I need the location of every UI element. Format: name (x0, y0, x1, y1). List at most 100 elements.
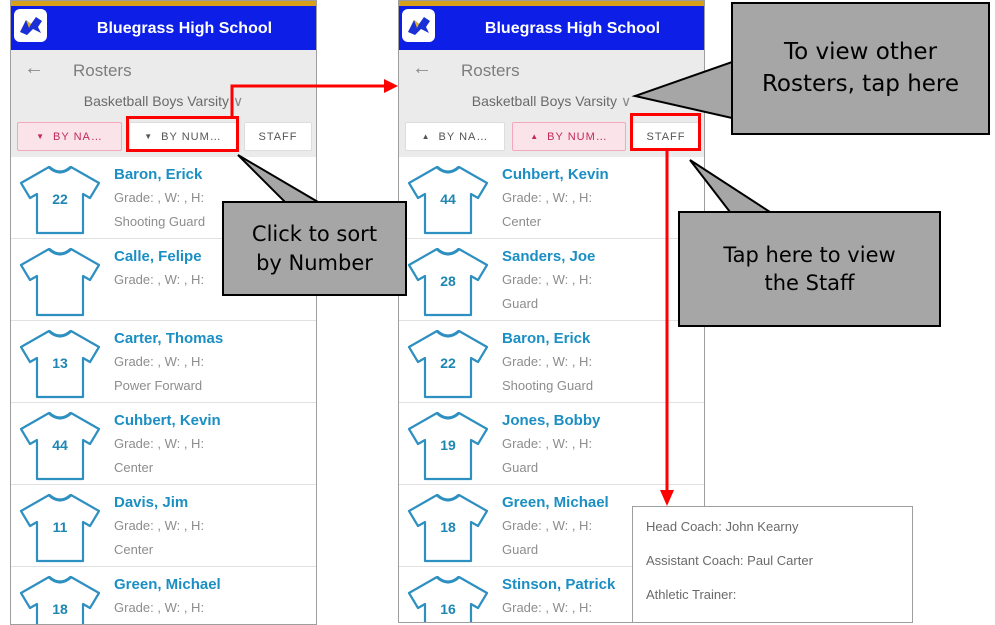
sort-by-name-label: BY NA… (438, 130, 489, 143)
player-position: Guard (502, 542, 539, 557)
sort-by-name-label: BY NA… (53, 130, 103, 143)
jersey-number: 44 (52, 437, 68, 453)
jersey-number: 22 (52, 191, 68, 207)
assistant-coach: Assistant Coach: Paul Carter (646, 553, 813, 568)
player-name[interactable]: Green, Michael (114, 576, 221, 593)
player-grade: Grade: , W: , H: (114, 272, 205, 287)
head-coach: Head Coach: John Kearny (646, 519, 799, 534)
player-position: Shooting Guard (502, 378, 594, 393)
jersey-number: 18 (440, 519, 456, 535)
player-name[interactable]: Jones, Bobby (502, 412, 600, 429)
jersey: 13 (19, 325, 101, 399)
title-bar: ← Rosters (11, 50, 316, 88)
jersey: 22 (19, 161, 101, 235)
page-title: Rosters (461, 61, 520, 80)
player-position: Guard (502, 460, 539, 475)
player-position: Shooting Guard (114, 214, 206, 229)
player-row[interactable]: 22 Baron, Erick Grade: , W: , H: Shooting G… (399, 321, 704, 403)
jersey-number: 19 (440, 437, 456, 453)
sort-by-name-button[interactable]: ▲ BY NA… (405, 122, 505, 151)
jersey-number: 13 (52, 355, 68, 371)
player-name[interactable]: Carter, Thomas (114, 330, 223, 347)
caret-up-icon: ▲ (530, 132, 540, 141)
caret-up-icon: ▲ (421, 132, 431, 141)
jersey-number: 18 (52, 601, 68, 617)
player-name[interactable]: Sanders, Joe (502, 248, 595, 265)
back-arrow-icon[interactable]: ← (24, 57, 44, 80)
jersey: 11 (19, 489, 101, 563)
player-name[interactable]: Cuhbert, Kevin (114, 412, 221, 429)
player-name[interactable]: Stinson, Patrick (502, 576, 615, 593)
callout-line: the Staff (764, 271, 855, 295)
player-position: Center (114, 460, 154, 475)
app-header: Bluegrass High School (11, 1, 316, 50)
sort-by-name-button[interactable]: ▼ BY NA… (17, 122, 122, 151)
staff-label: STAFF (258, 130, 298, 143)
app-header: Bluegrass High School (399, 1, 704, 50)
roster-dropdown[interactable]: Basketball Boys Varsity ∨ (11, 88, 316, 117)
staff-button[interactable]: STAFF (244, 122, 312, 151)
jersey-number: 22 (440, 355, 456, 371)
jersey: 18 (19, 571, 101, 624)
callout-other-rosters: To view other Rosters, tap here (731, 2, 990, 135)
player-grade: Grade: , W: , H: (114, 354, 205, 369)
sort-by-number-button[interactable]: ▲ BY NUM… (512, 122, 626, 151)
back-arrow-icon[interactable]: ← (412, 57, 432, 80)
player-name[interactable]: Davis, Jim (114, 494, 188, 511)
player-row[interactable]: 44 Cuhbert, Kevin Grade: , W: , H: Center (11, 403, 316, 485)
player-name[interactable]: Green, Michael (502, 494, 609, 511)
callout-line: Rosters, tap here (761, 70, 960, 97)
arrow-head-right (384, 79, 398, 93)
school-name: Bluegrass High School (484, 20, 661, 37)
callout-sort-by-number: Click to sort by Number (222, 201, 407, 296)
player-name[interactable]: Baron, Erick (502, 330, 590, 347)
sort-by-number-label: BY NUM… (547, 130, 608, 143)
callout-line: Click to sort (251, 222, 378, 247)
player-position: Guard (502, 296, 539, 311)
callout-view-staff: Tap here to view the Staff (678, 211, 941, 327)
roster-dropdown-value: Basketball Boys Varsity (83, 93, 229, 109)
player-grade: Grade: , W: , H: (502, 272, 593, 287)
jersey-icon (19, 247, 101, 317)
player-grade: Grade: , W: , H: (114, 518, 205, 533)
player-grade: Grade: , W: , H: (502, 436, 593, 451)
player-position: Center (502, 214, 542, 229)
player-grade: Grade: , W: , H: (114, 600, 205, 615)
jersey-number: 11 (52, 519, 68, 535)
jersey: 44 (407, 161, 489, 235)
title-bar: ← Rosters (399, 50, 704, 88)
player-grade: Grade: , W: , H: (114, 436, 205, 451)
callout-line: Tap here to view (723, 242, 896, 267)
page-title: Rosters (73, 61, 132, 80)
player-grade: Grade: , W: , H: (114, 190, 205, 205)
player-row[interactable]: 11 Davis, Jim Grade: , W: , H: Center (11, 485, 316, 567)
roster-screen-left: Bluegrass High School ← Rosters Basketba… (10, 0, 317, 625)
callout-line: To view other (783, 39, 938, 66)
jersey-number: 16 (440, 601, 456, 617)
player-row[interactable]: 13 Carter, Thomas Grade: , W: , H: Power Fo… (11, 321, 316, 403)
player-grade: Grade: , W: , H: (502, 354, 593, 369)
highlight-staff (630, 113, 701, 151)
staff-popup: Head Coach: John Kearny Assistant Coach:… (632, 506, 913, 623)
player-row[interactable]: 18Green, MichaelGrade: , W: , H:Guard (11, 567, 316, 624)
player-row[interactable]: 28 Sanders, Joe Grade: , W: , H: Guard (399, 239, 704, 321)
callout-line: by Number (256, 250, 373, 275)
highlight-sort-by-number (126, 116, 239, 152)
player-name[interactable]: Calle, Felipe (114, 248, 202, 265)
school-name: Bluegrass High School (96, 20, 273, 37)
player-position: Power Forward (114, 378, 203, 393)
player-grade: Grade: , W: , H: (502, 518, 593, 533)
jersey: 18 (407, 489, 489, 563)
player-row[interactable]: 19 Jones, Bobby Grade: , W: , H: Guard (399, 403, 704, 485)
jersey-number: 44 (440, 191, 456, 207)
jersey-number: 28 (440, 273, 456, 289)
jersey: 28 (407, 243, 489, 317)
player-name[interactable]: Baron, Erick (114, 166, 202, 183)
jersey: 22 (407, 325, 489, 399)
player-row[interactable]: 44 Cuhbert, Kevin Grade: , W: , H: Center (399, 157, 704, 239)
player-name[interactable]: Cuhbert, Kevin (502, 166, 609, 183)
jersey: 44 (19, 407, 101, 481)
athletic-trainer: Athletic Trainer: (646, 587, 737, 602)
jersey (19, 243, 101, 317)
roster-dropdown-value: Basketball Boys Varsity (471, 93, 617, 109)
